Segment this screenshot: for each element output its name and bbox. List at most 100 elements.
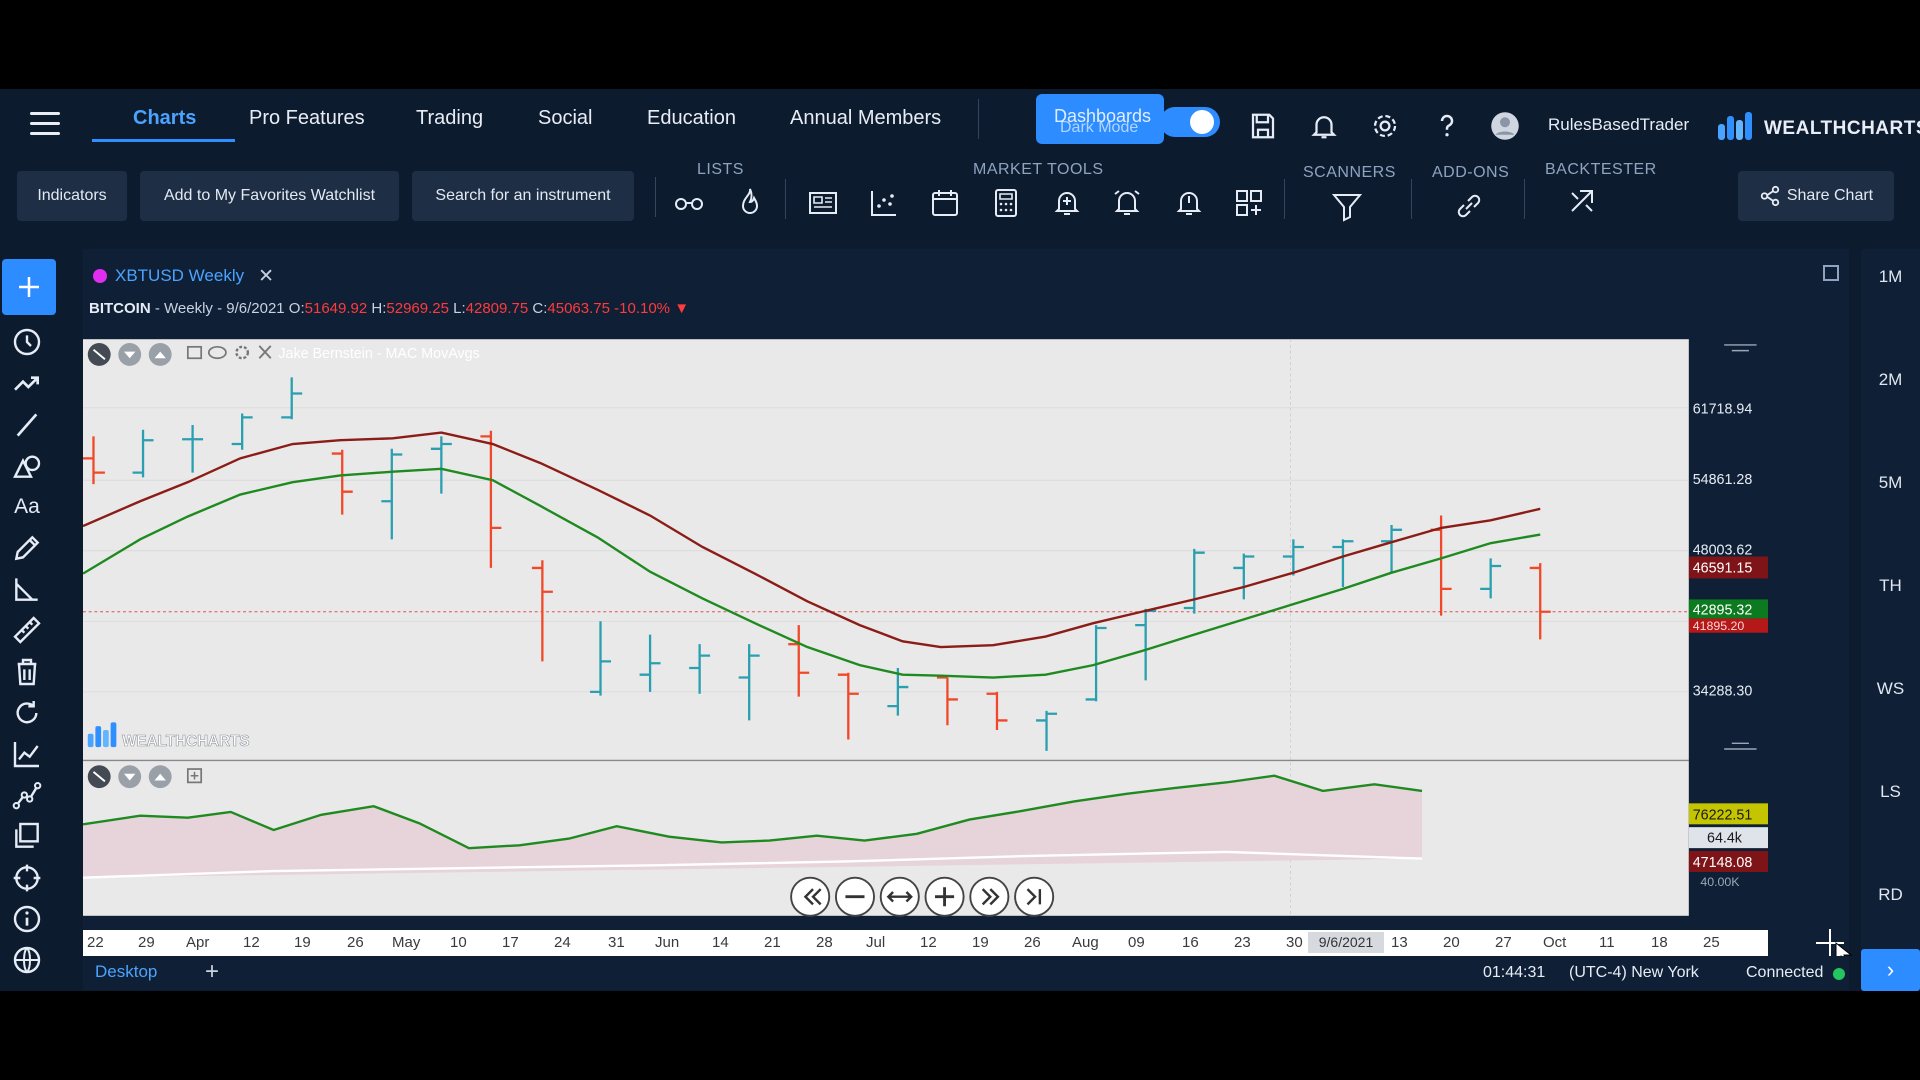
help-icon[interactable] [1432,111,1462,141]
link-icon[interactable] [1452,189,1486,223]
dark-mode-toggle[interactable] [1160,107,1220,137]
tab-charts[interactable]: Charts [133,107,196,130]
text-tool-icon[interactable]: Aa [8,491,46,523]
timezone-selector[interactable]: (UTC-4) New York [1569,964,1699,982]
ruler-tool-icon[interactable] [8,614,46,646]
add-tool-button[interactable] [2,259,56,315]
pencil-tool-icon[interactable] [8,532,46,564]
right-timeframe-sidebar: 1M 2M 5M TH WS LS RD [1861,249,1920,949]
x-tick: Jun [655,934,680,951]
hamburger-menu-icon[interactable] [28,109,62,139]
shapes-tool-icon[interactable] [8,450,46,482]
tab-social[interactable]: Social [538,107,592,130]
chart-tab-xbtusd-weekly[interactable]: XBTUSD Weekly ✕ [93,261,274,291]
crosshair-target-icon[interactable] [8,862,46,894]
dashboards-button[interactable]: Dashboards Dark Mode [1036,94,1164,144]
green-ma-price-text: 42895.32 [1693,603,1753,619]
expand-sidebar-button[interactable]: › [1861,949,1920,991]
timeframe-th[interactable]: TH [1861,576,1920,596]
save-icon[interactable] [1248,111,1278,141]
username[interactable]: RulesBasedTrader [1548,115,1689,135]
tab-trading[interactable]: Trading [416,107,483,130]
timeframe-1m[interactable]: 1M [1861,267,1920,287]
connection-status: Connected [1746,964,1824,981]
x-tick: May [392,934,421,951]
alarm-alert-icon[interactable] [1110,186,1144,220]
filter-funnel-icon[interactable] [1330,189,1364,223]
bar-meta: - Weekly - 9/6/2021 [150,300,289,317]
x-tick: Oct [1543,934,1567,951]
news-icon[interactable] [806,186,840,220]
user-avatar-icon[interactable] [1490,111,1520,141]
wealthcharts-logo[interactable]: WEALTHCHARTS [1716,110,1920,144]
x-tick: 17 [502,934,519,951]
add-to-favorites-button[interactable]: Add to My Favorites Watchlist [140,171,399,221]
scanners-section-label: SCANNERS [1303,164,1396,181]
path-nodes-icon[interactable] [8,779,46,811]
chart-tab-label: XBTUSD Weekly [115,266,245,285]
bell-alert-icon[interactable] [1172,186,1206,220]
price-pane-background [83,339,1689,761]
heatmap-grid-icon[interactable] [1232,186,1266,220]
instrument-search-button[interactable]: Search for an instrument [412,171,634,221]
status-bar: Desktop + 01:44:31 (UTC-4) New York Conn… [83,956,1849,990]
x-tick: 20 [1443,934,1460,951]
scroll-far-left-button[interactable] [790,876,831,917]
trash-icon[interactable] [8,656,46,688]
line-tool-icon[interactable] [8,409,46,441]
calendar-icon[interactable] [928,186,962,220]
backtester-icon[interactable] [1566,185,1600,219]
trend-arrow-icon[interactable] [8,367,46,399]
globe-icon[interactable] [8,944,46,976]
toolbar-divider [785,179,786,219]
x-tick: 14 [712,934,729,951]
timeframe-5m[interactable]: 5M [1861,473,1920,493]
calculator-icon[interactable] [989,186,1023,220]
wealthcharts-app: Charts Pro Features Trading Social Educa… [0,89,1920,991]
settings-gear-icon[interactable] [1370,111,1400,141]
x-tick: 21 [764,934,781,951]
indicators-button[interactable]: Indicators [17,171,127,221]
brand-name: WEALTHCHARTS [1764,118,1920,139]
flame-icon[interactable] [733,185,767,219]
lists-section-label: LISTS [697,161,744,178]
glasses-icon[interactable] [672,187,706,221]
scatter-chart-icon[interactable] [867,186,901,220]
history-clock-icon[interactable] [8,326,46,358]
open-label: O: [288,300,305,317]
maximize-icon[interactable] [1823,265,1839,281]
x-tick: 23 [1234,934,1251,951]
price-tick: 54861.28 [1693,472,1753,488]
notifications-bell-icon[interactable] [1309,111,1339,141]
x-tick: 11 [1599,934,1615,951]
time-axis[interactable]: 22 29 Apr 12 19 26 May 10 17 24 31 Jun 1… [83,930,1768,956]
angle-tool-icon[interactable] [8,573,46,605]
layers-icon[interactable] [8,820,46,852]
timeframe-ws[interactable]: WS [1861,679,1920,699]
x-tick: 12 [243,934,260,951]
last-price-text: 41895.20 [1693,619,1745,633]
timeframe-rd[interactable]: RD [1861,885,1920,905]
x-tick: 31 [608,934,625,951]
x-tick: 25 [1703,934,1720,951]
add-workspace-icon[interactable]: + [205,958,219,986]
price-tick: 61718.94 [1693,402,1753,418]
refresh-icon[interactable] [8,697,46,729]
info-icon[interactable] [8,903,46,935]
add-alert-icon[interactable] [1050,186,1084,220]
share-chart-button[interactable]: Share Chart [1738,171,1894,221]
close-tab-icon[interactable]: ✕ [258,265,274,288]
timeframe-ls[interactable]: LS [1861,782,1920,802]
desktop-workspace-tab[interactable]: Desktop [95,962,157,982]
price-chart[interactable]: Jake Bernstein - MAC MovAvgs WEALTHCHART… [83,325,1768,930]
backtester-section-label: BACKTESTER [1545,161,1657,178]
x-tick: 28 [816,934,833,951]
timeframe-2m[interactable]: 2M [1861,370,1920,390]
x-tick: 24 [554,934,571,951]
line-chart-icon[interactable] [8,738,46,770]
x-tick: 26 [1024,934,1041,951]
tab-annual-members[interactable]: Annual Members [790,107,941,130]
tab-pro-features[interactable]: Pro Features [249,107,365,130]
down-arrow-icon: ▼ [670,300,690,317]
tab-education[interactable]: Education [647,107,736,130]
